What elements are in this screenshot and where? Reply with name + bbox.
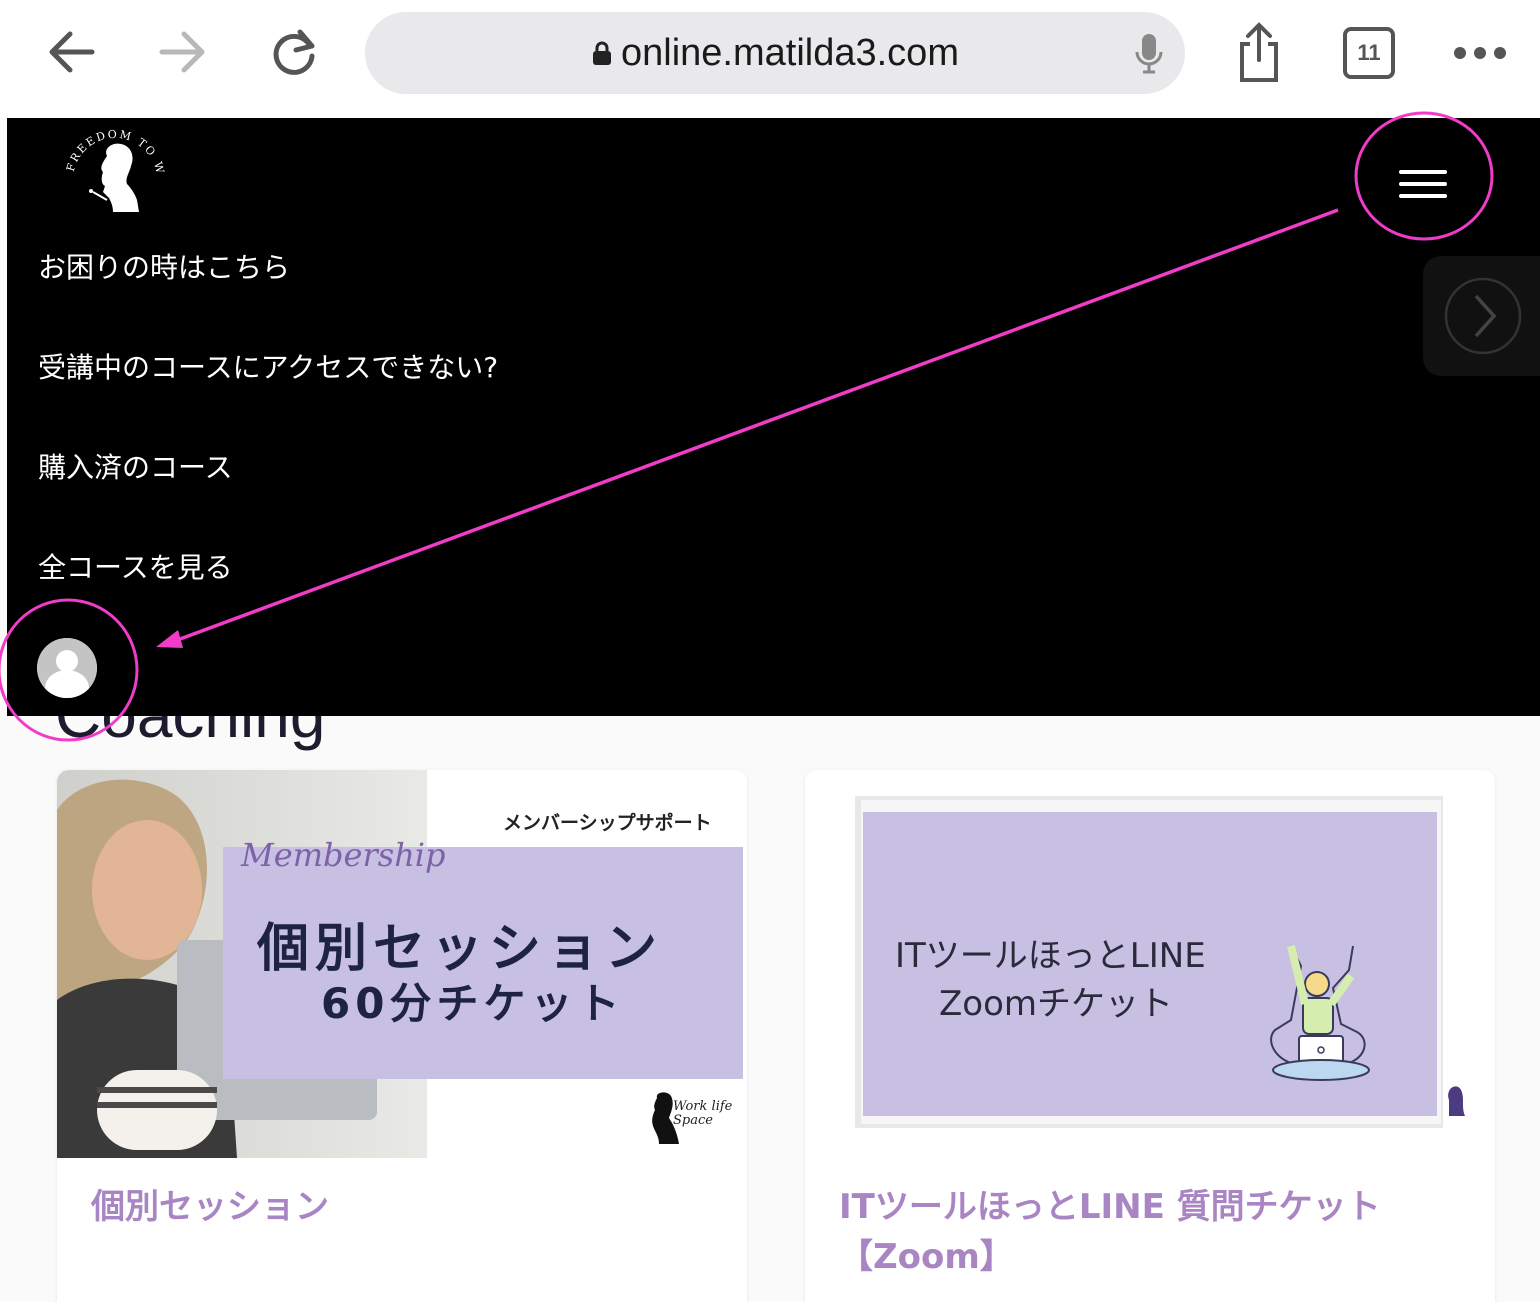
image-script-text: Membership (241, 836, 446, 874)
lock-icon (593, 41, 612, 65)
avatar[interactable] (37, 638, 97, 698)
address-bar[interactable]: online.matilda3.com (365, 12, 1185, 94)
hamburger-menu-icon[interactable] (1395, 164, 1451, 204)
reload-icon[interactable] (262, 20, 326, 84)
chevron-right-icon (1444, 277, 1522, 355)
menu-item-all-courses[interactable]: 全コースを見る (38, 546, 233, 586)
image-main-text-2: 60分チケット (321, 979, 625, 1028)
site-header: FREEDOM TO WORK お困りの時はこちら 受講中のコースにアクセスでき… (7, 112, 1540, 716)
next-slide-button[interactable] (1423, 256, 1540, 376)
course-title[interactable]: ITツールほっとLINE 質問チケット 【Zoom】 (839, 1182, 1459, 1282)
image-top-text: メンバーシップサポート (503, 812, 712, 834)
share-icon[interactable] (1228, 18, 1290, 86)
menu-item-purchased-courses[interactable]: 購入済のコース (38, 446, 233, 486)
course-card-it-tool-line[interactable]: ITツールほっとLINE Zoomチケット ITツールほっとLINE 質問チケッ… (805, 770, 1495, 1302)
course-title-line-2: 【Zoom】 (839, 1237, 1014, 1277)
menu-item-help[interactable]: お困りの時はこちら (38, 246, 290, 286)
url-text: online.matilda3.com (621, 31, 959, 74)
back-icon[interactable] (40, 20, 104, 84)
browser-toolbar: online.matilda3.com 11 (0, 0, 1540, 118)
course-list: Coaching メンバーシップサポート Membership 個別セッション (7, 716, 1540, 1302)
course-title-line-1: ITツールほっとLINE 質問チケット (839, 1187, 1381, 1227)
brand-logo: Work life Space (643, 1090, 743, 1150)
microphone-icon[interactable] (1133, 32, 1165, 80)
section-title: Coaching (55, 716, 325, 752)
tabs-button[interactable]: 11 (1340, 24, 1398, 82)
image-line-2: Zoomチケット (939, 984, 1174, 1024)
course-image[interactable]: メンバーシップサポート Membership 個別セッション 60分チケット W… (57, 770, 747, 1158)
menu-item-access-issue[interactable]: 受講中のコースにアクセスできない? (38, 346, 498, 386)
course-card-individual-session[interactable]: メンバーシップサポート Membership 個別セッション 60分チケット W… (57, 770, 747, 1302)
tab-count: 11 (1343, 27, 1395, 79)
course-title[interactable]: 個別セッション (91, 1182, 711, 1232)
forward-icon[interactable] (150, 20, 214, 84)
brand-text: Work life Space (673, 1099, 733, 1128)
more-icon[interactable] (1448, 24, 1512, 82)
image-line-1: ITツールほっとLINE (895, 936, 1206, 976)
course-image[interactable]: ITツールほっとLINE Zoomチケット (805, 770, 1495, 1158)
site-logo[interactable]: FREEDOM TO WORK (49, 112, 175, 222)
user-icon (37, 638, 97, 698)
